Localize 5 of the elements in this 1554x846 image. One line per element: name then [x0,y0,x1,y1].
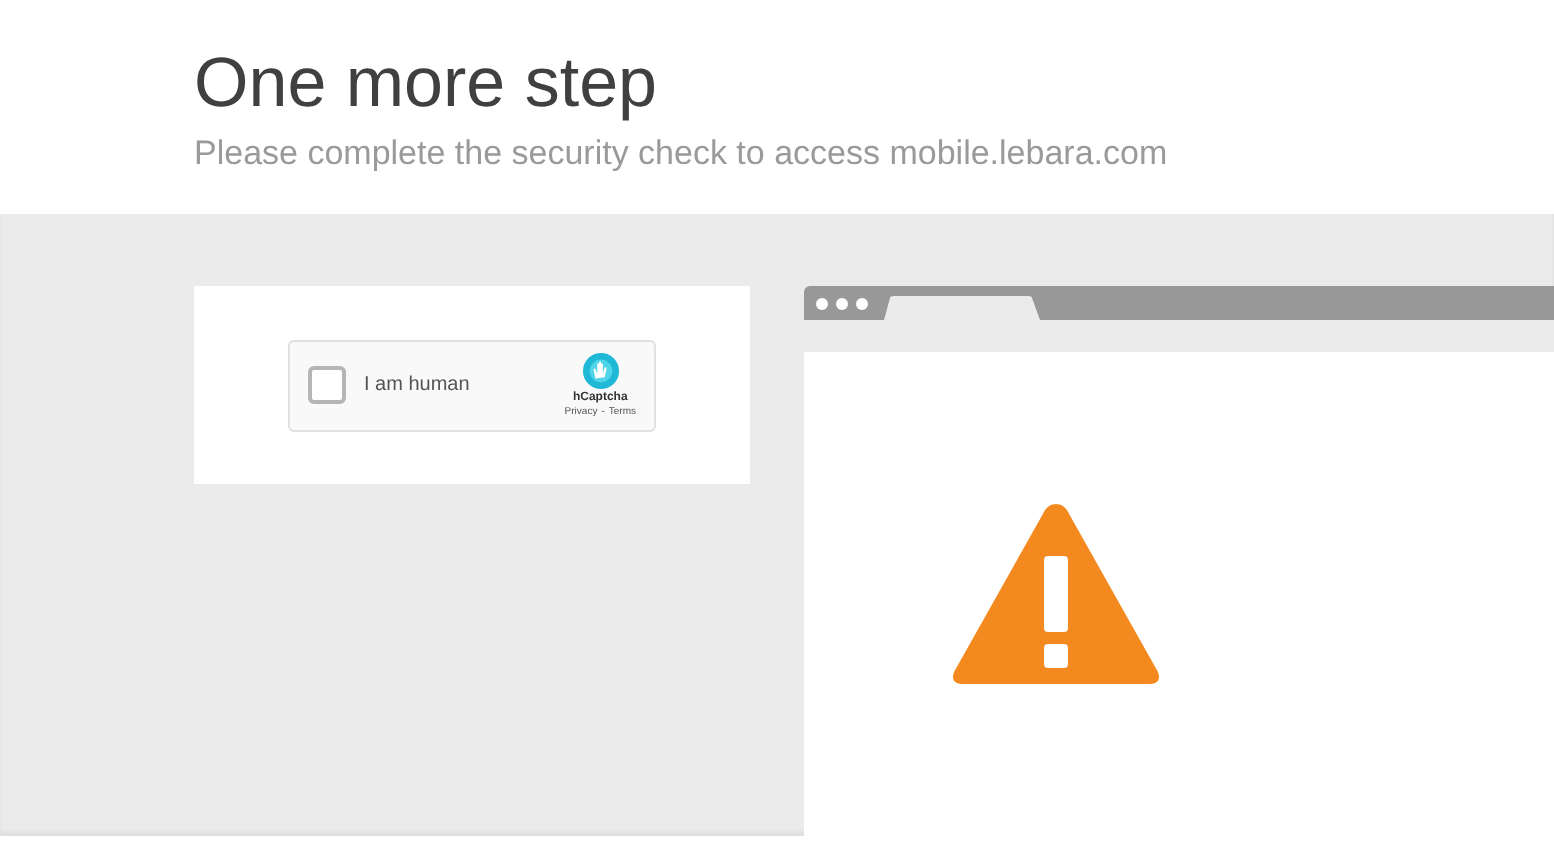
hand-logo-icon [581,352,620,390]
page-subtitle: Please complete the security check to access mobile.lebara.com [194,132,1170,176]
captcha-checkbox[interactable] [308,366,346,404]
page-title: One more step [194,44,659,124]
captcha-label: I am human [364,372,470,400]
